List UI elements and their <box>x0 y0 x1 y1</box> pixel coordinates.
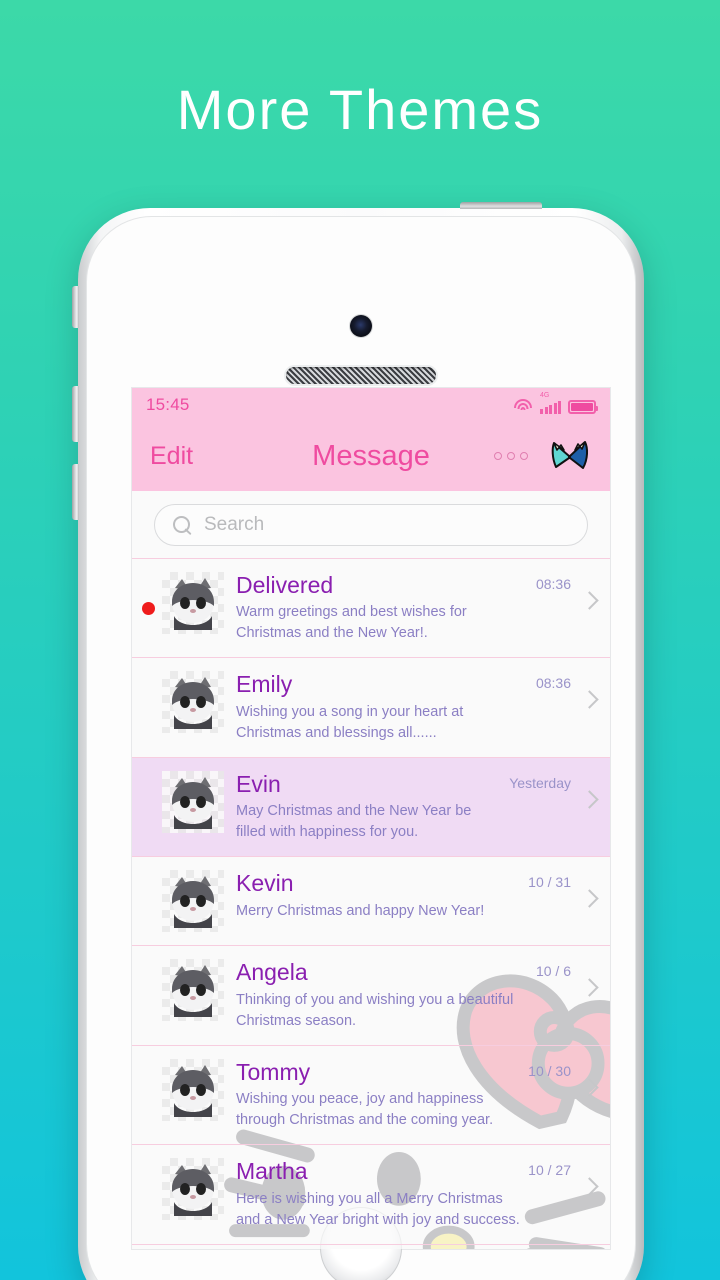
row-meta: 10 / 30 <box>528 1059 599 1097</box>
table-row[interactable]: Emily Wishing you a song in your heart a… <box>132 657 610 758</box>
message-snippet: Thinking of you and wishing you a beauti… <box>236 991 514 1029</box>
message-snippet: Warm greetings and best wishes for Chris… <box>236 604 467 642</box>
chevron-right-icon[interactable] <box>580 1177 599 1197</box>
unread-indicator-slot <box>142 1158 162 1188</box>
status-icon-group: 4G <box>513 392 598 414</box>
row-meta: 10 / 31 <box>528 870 599 909</box>
row-content: Martha Here is wishing you all a Merry C… <box>236 1158 528 1230</box>
message-time: 10 / 31 <box>528 874 571 891</box>
search-icon <box>173 515 192 535</box>
contact-name: Tommy <box>236 1058 311 1085</box>
unread-indicator-slot <box>142 771 162 801</box>
message-time: 10 / 27 <box>528 1162 571 1179</box>
message-snippet: Wishing you a song in your heart at Chri… <box>236 703 464 741</box>
unread-indicator-slot <box>142 959 162 989</box>
contact-name: Evin <box>236 770 281 797</box>
avatar <box>162 1058 224 1121</box>
unread-dot-icon <box>142 602 155 615</box>
phone-front-panel: 15:45 4G Edit Message Search Delivered W… <box>86 216 636 1280</box>
message-snippet: Here is wishing you all a Merry Christma… <box>236 1190 520 1228</box>
avatar <box>162 770 224 833</box>
chevron-right-icon[interactable] <box>580 1078 599 1097</box>
row-meta: 10 / 6 <box>535 959 599 998</box>
row-meta: 10 / 27 <box>528 1158 599 1197</box>
contact-name: Emily <box>236 671 293 698</box>
table-row[interactable]: Kevin Merry Christmas and happy New Year… <box>132 856 610 947</box>
row-content: Angela Thinking of you and wishing you a… <box>236 959 536 1031</box>
unread-indicator-slot <box>142 870 162 900</box>
front-camera-icon <box>350 315 372 337</box>
message-time: 10 / 30 <box>528 1062 571 1079</box>
table-row[interactable]: Evin May Christmas and the New Year be f… <box>132 756 610 858</box>
message-snippet: Wishing you peace, joy and happiness thr… <box>236 1091 494 1129</box>
page-title: More Themes <box>176 78 544 141</box>
search-input[interactable]: Search <box>154 504 588 546</box>
mute-switch[interactable] <box>72 286 79 328</box>
signal-bars-icon: 4G <box>540 392 561 414</box>
table-row[interactable]: Angela Thinking of you and wishing you a… <box>132 945 610 1046</box>
contact-name: Martha <box>236 1158 308 1185</box>
phone-sensor-area <box>87 263 635 393</box>
search-bar-container: Search <box>132 491 610 559</box>
message-snippet: May Christmas and the New Year be filled… <box>236 803 472 841</box>
unread-indicator-slot <box>142 572 162 615</box>
volume-up-button[interactable] <box>72 386 79 442</box>
avatar <box>162 572 224 634</box>
network-type-label: 4G <box>540 392 550 399</box>
chevron-right-icon[interactable] <box>580 690 599 710</box>
contact-name: Delivered <box>236 572 334 598</box>
chevron-right-icon[interactable] <box>580 978 599 998</box>
edit-button[interactable]: Edit <box>150 442 193 471</box>
phone-screen: 15:45 4G Edit Message Search Delivered W… <box>131 387 611 1250</box>
row-meta: 08:36 <box>535 572 599 610</box>
butterfly-bow-icon[interactable] <box>548 438 592 474</box>
message-time: 08:36 <box>535 576 571 592</box>
unread-indicator-slot <box>142 671 162 701</box>
message-list[interactable]: Delivered Warm greetings and best wishes… <box>132 558 610 1249</box>
phone-device: 15:45 4G Edit Message Search Delivered W… <box>72 202 644 1280</box>
row-content: Evin May Christmas and the New Year be f… <box>236 771 509 843</box>
row-content: Delivered Warm greetings and best wishes… <box>236 572 536 644</box>
row-content: Kevin Merry Christmas and happy New Year… <box>236 870 528 921</box>
navbar-actions <box>494 438 592 474</box>
table-row[interactable]: Delivered Warm greetings and best wishes… <box>132 558 610 659</box>
power-button[interactable] <box>460 202 542 209</box>
volume-down-button[interactable] <box>72 464 79 520</box>
table-row[interactable]: Tommy Wishing you peace, joy and happine… <box>132 1044 610 1146</box>
chevron-right-icon[interactable] <box>580 790 599 809</box>
chevron-right-icon[interactable] <box>580 591 599 610</box>
unread-indicator-slot <box>142 1059 162 1089</box>
message-time: Yesterday <box>509 774 571 791</box>
avatar <box>162 1158 224 1221</box>
avatar <box>162 671 224 734</box>
contact-name: Kevin <box>236 870 294 897</box>
search-placeholder: Search <box>204 514 265 535</box>
row-meta: 08:36 <box>535 671 599 710</box>
avatar <box>162 870 224 933</box>
row-content: Tommy Wishing you peace, joy and happine… <box>236 1059 528 1131</box>
table-row[interactable]: Martha Here is wishing you all a Merry C… <box>132 1144 610 1245</box>
navigation-bar: Edit Message <box>132 421 610 491</box>
wifi-icon <box>513 398 533 414</box>
status-clock: 15:45 <box>146 394 190 414</box>
message-snippet: Merry Christmas and happy New Year! <box>236 902 485 919</box>
message-time: 10 / 6 <box>535 963 571 980</box>
row-content: Emily Wishing you a song in your heart a… <box>236 671 536 743</box>
battery-icon <box>568 400 598 414</box>
earpiece-speaker-icon <box>286 367 436 384</box>
message-time: 08:36 <box>535 675 571 692</box>
status-bar: 15:45 4G <box>132 388 610 421</box>
row-meta: Yesterday <box>509 771 599 809</box>
chevron-right-icon[interactable] <box>580 889 599 909</box>
contact-name: Angela <box>236 959 308 986</box>
avatar <box>162 959 224 1022</box>
more-dots-icon[interactable] <box>494 452 528 460</box>
